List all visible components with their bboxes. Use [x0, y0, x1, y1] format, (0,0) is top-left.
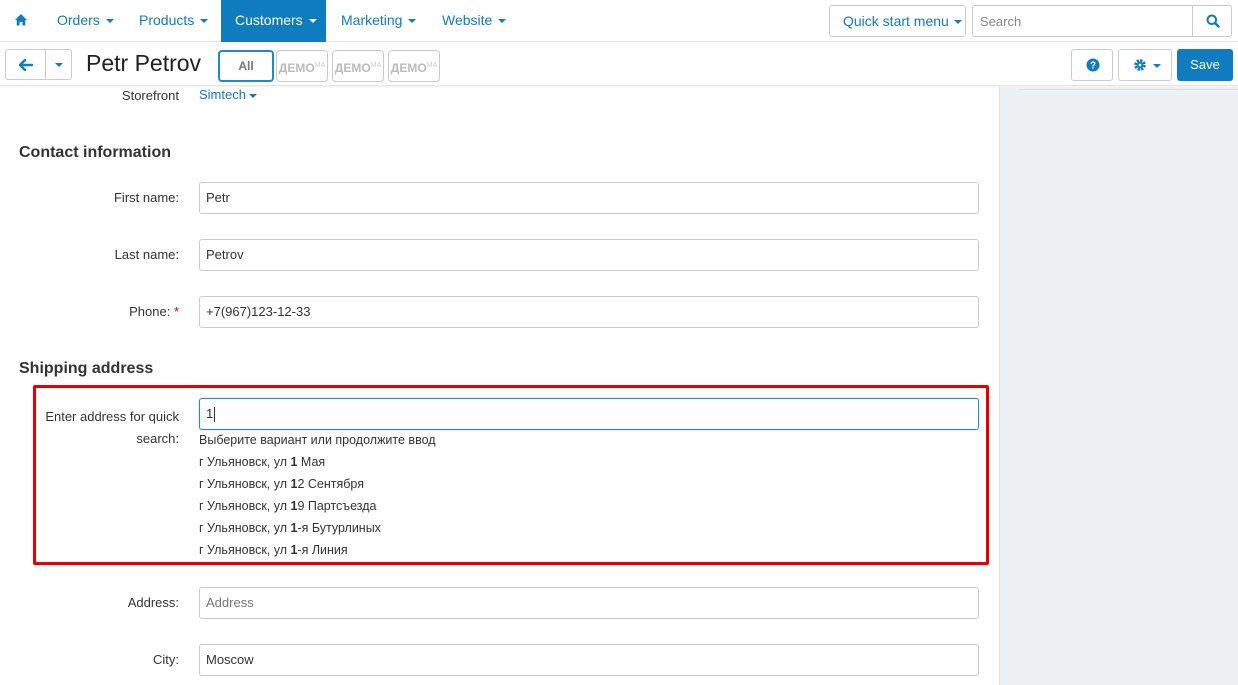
storefront-tab-demo-3[interactable]: ДЕМОMA: [388, 50, 440, 82]
tab-label: ДЕМО: [278, 61, 315, 75]
nav-customers[interactable]: Customers: [221, 0, 326, 42]
chevron-down-icon: [308, 19, 317, 24]
suggestion-text: г Ульяновск, ул: [199, 543, 291, 557]
back-dropdown-button[interactable]: [45, 49, 72, 80]
nav-orders[interactable]: Orders: [45, 0, 126, 42]
required-marker: *: [173, 304, 179, 319]
city-field[interactable]: Moscow: [199, 644, 979, 676]
quick-start-menu-button[interactable]: Quick start menu: [829, 5, 966, 37]
chevron-down-icon: [105, 19, 114, 24]
suggestion-text: 9 Партсъезда: [297, 499, 377, 513]
search-input[interactable]: [972, 5, 1194, 37]
storefront-selector[interactable]: Simtech: [199, 87, 257, 102]
suggestion-text: г Ульяновск, ул: [199, 521, 291, 535]
storefront-tab-demo-2[interactable]: ДЕМОMA: [332, 50, 384, 82]
suggestion-hint: Выберите вариант или продолжите ввод: [199, 433, 436, 447]
quick-search-label-line2: search:: [136, 431, 179, 446]
page-title: Petr Petrov: [86, 50, 202, 76]
nav-marketing[interactable]: Marketing: [329, 0, 428, 42]
tab-label: ДЕМО: [390, 61, 427, 75]
home-icon[interactable]: [14, 13, 28, 27]
storefront-tab-all[interactable]: All: [218, 50, 274, 82]
nav-orders-label: Orders: [57, 12, 100, 28]
chevron-down-icon: [200, 19, 209, 24]
nav-products-label: Products: [139, 12, 195, 28]
nav-marketing-label: Marketing: [341, 12, 403, 28]
city-label: City:: [153, 652, 179, 667]
quick-search-value: 1: [206, 406, 214, 421]
last-name-field[interactable]: Petrov: [199, 239, 979, 271]
contact-information-heading: Contact information: [19, 144, 171, 161]
quick-search-label: Enter address for quick search:: [40, 406, 179, 450]
suggestion-text: г Ульяновск, ул: [199, 455, 291, 469]
suggestion-text: Мая: [297, 455, 326, 469]
page-toolbar: Petr Petrov All ДЕМОMA ДЕМОMA ДЕМОMA ? S…: [0, 43, 1238, 86]
suggestion-item[interactable]: г Ульяновск, ул 1-я Линия: [199, 543, 348, 557]
nav-products[interactable]: Products: [127, 0, 220, 42]
nav-website[interactable]: Website: [430, 0, 518, 42]
suggestion-text: 2 Сентября: [297, 477, 364, 491]
settings-dropdown-button[interactable]: [1118, 49, 1172, 81]
suggestion-text: -я Линия: [297, 543, 348, 557]
address-field[interactable]: Address: [199, 587, 979, 619]
suggestion-item[interactable]: г Ульяновск, ул 19 Партсъезда: [199, 499, 377, 513]
back-button[interactable]: [5, 49, 46, 80]
quick-search-input[interactable]: 1: [199, 398, 979, 430]
suggestion-text: г Ульяновск, ул: [199, 477, 291, 491]
suggestion-text: г Ульяновск, ул: [199, 499, 291, 513]
tab-label: All: [238, 59, 254, 73]
quick-start-label: Quick start menu: [843, 13, 949, 29]
tab-sup: MA: [370, 62, 382, 69]
sidebar-panel: [999, 87, 1238, 685]
chevron-down-icon: [1153, 64, 1161, 68]
chevron-down-icon: [408, 19, 417, 24]
save-button[interactable]: Save: [1177, 49, 1233, 81]
text-cursor: [214, 407, 216, 423]
sidebar-divider: [1019, 89, 1238, 90]
top-navigation: Orders Products Customers Marketing Webs…: [0, 0, 1238, 42]
phone-field[interactable]: +7(967)123-12-33: [199, 296, 979, 328]
last-name-label: Last name:: [114, 247, 179, 262]
chevron-down-icon: [55, 63, 63, 67]
quick-search-label-line1: Enter address for quick: [45, 409, 179, 424]
svg-text:?: ?: [1090, 61, 1096, 72]
search-icon: [1206, 14, 1220, 28]
suggestion-item[interactable]: г Ульяновск, ул 1-я Бутурлиных: [199, 521, 381, 535]
chevron-down-icon: [248, 93, 257, 98]
address-label: Address:: [127, 595, 179, 610]
nav-website-label: Website: [442, 12, 493, 28]
tab-label: ДЕМО: [334, 61, 371, 75]
first-name-label: First name:: [113, 190, 179, 205]
storefront-label: Storefront: [121, 88, 179, 103]
storefront-tab-demo-1[interactable]: ДЕМОMA: [276, 50, 328, 82]
chevron-down-icon: [498, 19, 507, 24]
storefront-value: Simtech: [199, 87, 246, 102]
address-placeholder: Address: [206, 595, 254, 610]
help-button[interactable]: ?: [1071, 49, 1113, 81]
question-icon: ?: [1086, 58, 1100, 72]
suggestion-item[interactable]: г Ульяновск, ул 1 Мая: [199, 455, 325, 469]
tab-sup: MA: [314, 62, 326, 69]
gear-icon: [1134, 59, 1146, 71]
tab-sup: MA: [426, 62, 438, 69]
phone-label-text: Phone:: [129, 304, 171, 319]
suggestion-text: -я Бутурлиных: [297, 521, 381, 535]
arrow-left-icon: [19, 59, 33, 71]
search-button[interactable]: [1192, 5, 1232, 37]
phone-label: Phone: *: [40, 304, 179, 319]
chevron-down-icon: [953, 20, 962, 25]
shipping-address-heading: Shipping address: [19, 360, 154, 377]
first-name-field[interactable]: Petr: [199, 182, 979, 214]
suggestion-item[interactable]: г Ульяновск, ул 12 Сентября: [199, 477, 364, 491]
nav-customers-label: Customers: [235, 12, 303, 28]
